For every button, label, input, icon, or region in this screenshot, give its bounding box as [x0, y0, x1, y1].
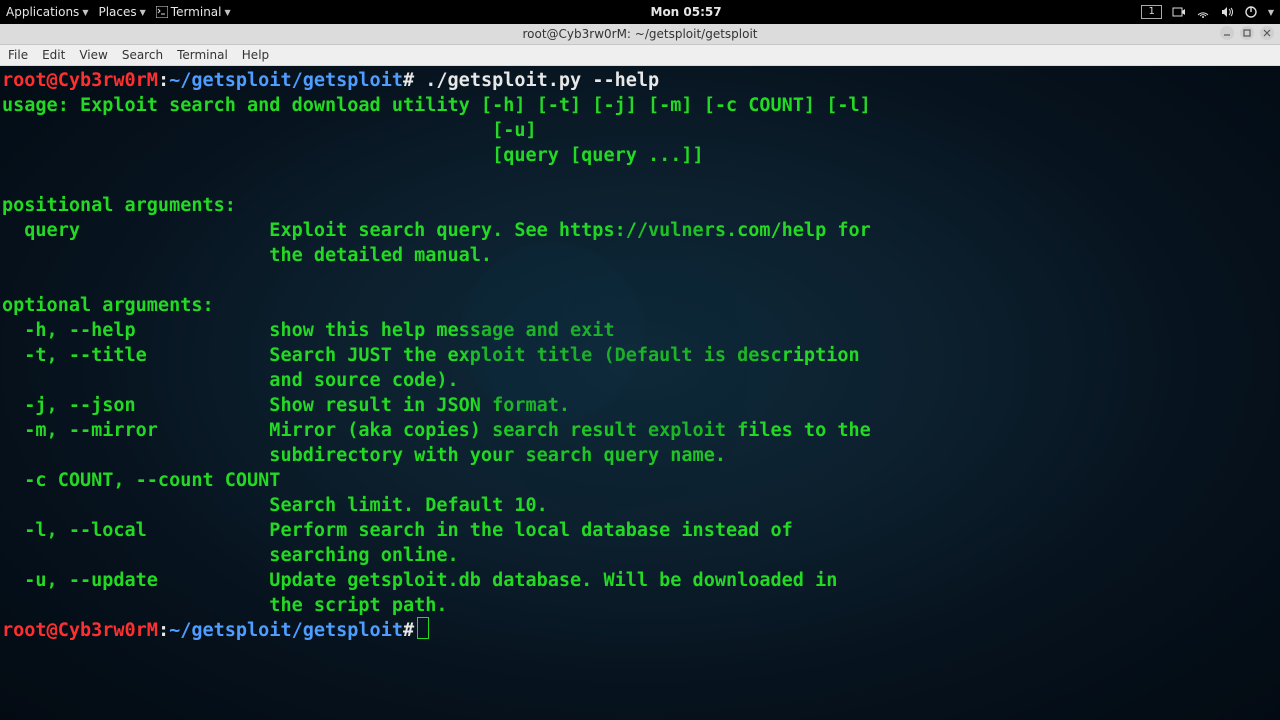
command-line: ./getsploit.py --help [425, 70, 659, 91]
output-line: the script path. [2, 595, 448, 616]
chevron-down-icon: ▼ [82, 8, 88, 17]
workspace-indicator[interactable]: 1 [1141, 5, 1161, 19]
network-icon[interactable] [1196, 5, 1210, 19]
output-line: -j, --json Show result in JSON format. [2, 395, 570, 416]
menu-search[interactable]: Search [122, 48, 163, 62]
power-icon[interactable] [1244, 5, 1258, 19]
prompt-sym: # [403, 620, 414, 641]
prompt-sep: : [158, 70, 169, 91]
close-button[interactable] [1260, 26, 1274, 40]
output-line: usage: Exploit search and download utili… [2, 95, 871, 116]
output-line: subdirectory with your search query name… [2, 445, 726, 466]
terminal-menu-bar: File Edit View Search Terminal Help [0, 45, 1280, 66]
output-line: Search limit. Default 10. [2, 495, 548, 516]
menu-edit[interactable]: Edit [42, 48, 65, 62]
output-line: -h, --help show this help message and ex… [2, 320, 615, 341]
places-menu[interactable]: Places ▼ [98, 5, 145, 19]
terminal-menu[interactable]: Terminal ▼ [156, 5, 231, 19]
minimize-button[interactable] [1220, 26, 1234, 40]
prompt-sep: : [158, 620, 169, 641]
chevron-down-icon: ▼ [225, 8, 231, 17]
applications-menu[interactable]: Applications ▼ [6, 5, 88, 19]
output-line: and source code). [2, 370, 459, 391]
prompt-path: ~/getsploit/getsploit [169, 620, 403, 641]
output-line: -t, --title Search JUST the exploit titl… [2, 345, 860, 366]
maximize-button[interactable] [1240, 26, 1254, 40]
window-title: root@Cyb3rw0rM: ~/getsploit/getsploit [522, 27, 757, 41]
output-line: positional arguments: [2, 195, 236, 216]
output-line: -m, --mirror Mirror (aka copies) search … [2, 420, 871, 441]
terminal-viewport[interactable]: root@Cyb3rw0rM:~/getsploit/getsploit# ./… [0, 66, 1280, 720]
output-line: searching online. [2, 545, 459, 566]
chevron-down-icon[interactable]: ▼ [1268, 8, 1274, 17]
applications-label: Applications [6, 5, 79, 19]
menu-view[interactable]: View [79, 48, 107, 62]
menu-terminal[interactable]: Terminal [177, 48, 228, 62]
menu-help[interactable]: Help [242, 48, 269, 62]
terminal-icon [156, 6, 168, 18]
clock[interactable]: Mon 05:57 [651, 5, 722, 19]
output-line: -c COUNT, --count COUNT [2, 470, 280, 491]
gnome-top-bar: Applications ▼ Places ▼ Terminal ▼ Mon 0… [0, 0, 1280, 24]
prompt-user: root@Cyb3rw0rM [2, 70, 158, 91]
output-line: query Exploit search query. See https://… [2, 220, 871, 241]
chevron-down-icon: ▼ [140, 8, 146, 17]
camera-icon[interactable] [1172, 5, 1186, 19]
window-title-bar: root@Cyb3rw0rM: ~/getsploit/getsploit [0, 24, 1280, 45]
output-line: the detailed manual. [2, 245, 492, 266]
prompt-user: root@Cyb3rw0rM [2, 620, 158, 641]
prompt-sym: # [403, 70, 414, 91]
prompt-path: ~/getsploit/getsploit [169, 70, 403, 91]
output-line: optional arguments: [2, 295, 214, 316]
terminal-label: Terminal [171, 5, 222, 19]
menu-file[interactable]: File [8, 48, 28, 62]
output-line: -l, --local Perform search in the local … [2, 520, 793, 541]
output-line: -u, --update Update getsploit.db databas… [2, 570, 837, 591]
volume-icon[interactable] [1220, 5, 1234, 19]
output-line: [query [query ...]] [2, 145, 704, 166]
output-line: [-u] [2, 120, 537, 141]
places-label: Places [98, 5, 136, 19]
cursor [418, 618, 428, 638]
